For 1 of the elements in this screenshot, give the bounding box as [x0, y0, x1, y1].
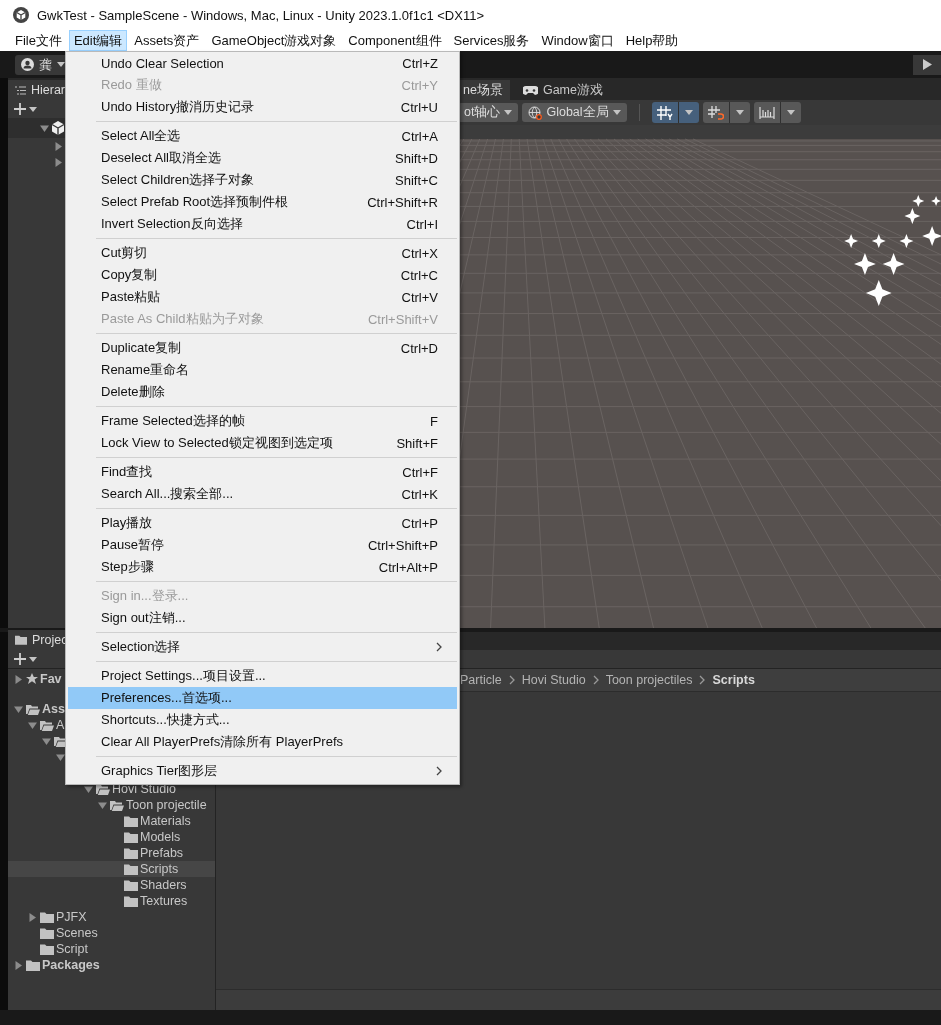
- window-title: GwkTest - SampleScene - Windows, Mac, Linux - Unity 2023.1.0f1c1 <DX11>: [37, 7, 484, 23]
